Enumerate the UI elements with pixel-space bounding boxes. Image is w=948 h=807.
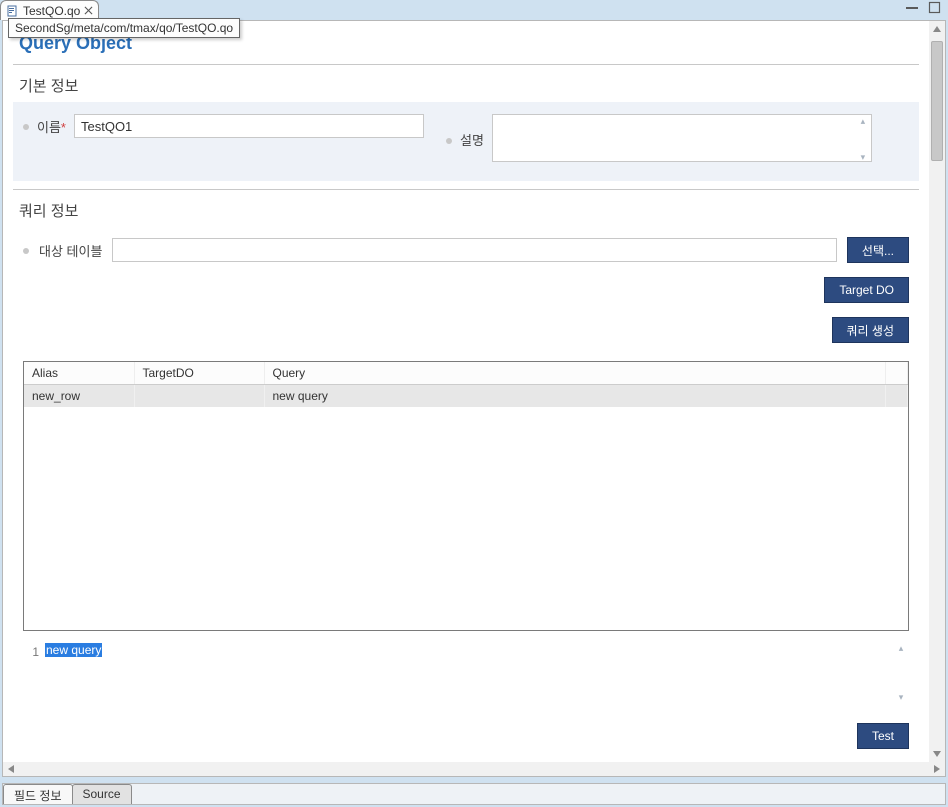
editor-content: Query Object 기본 정보 이름*	[2, 20, 946, 777]
col-spacer	[886, 362, 908, 385]
bottom-tabbar: 필드 정보 Source	[2, 783, 946, 805]
page: Query Object 기본 정보 이름*	[3, 21, 929, 762]
scroll-left-icon[interactable]	[3, 762, 19, 776]
scrollbar-thumb[interactable]	[931, 41, 943, 161]
editor-tabbar: TestQO.qo	[0, 0, 948, 20]
col-target-do[interactable]: TargetDO	[134, 362, 264, 385]
target-table-row: 대상 테이블 선택...	[23, 237, 909, 263]
query-text-editor[interactable]: 1 new query ▴ ▾	[23, 643, 909, 703]
section-query-info: 쿼리 정보 대상 테이블 선택... Target DO 쿼리 생성	[13, 189, 919, 762]
editor-scrollbar[interactable]: ▴ ▾	[893, 643, 909, 703]
scroll-up-icon[interactable]	[929, 21, 945, 37]
test-button[interactable]: Test	[857, 723, 909, 749]
horizontal-scrollbar[interactable]	[3, 762, 945, 776]
close-icon[interactable]	[82, 4, 94, 16]
target-table-label: 대상 테이블	[39, 241, 102, 260]
desc-textarea[interactable]	[492, 114, 872, 162]
cell-alias[interactable]: new_row	[24, 385, 134, 408]
content-scroll: Query Object 기본 정보 이름*	[3, 21, 929, 762]
minimize-icon[interactable]	[906, 2, 920, 14]
tab-field-info[interactable]: 필드 정보	[3, 784, 73, 804]
table-header-row: Alias TargetDO Query	[24, 362, 908, 385]
section-basic-body: 이름* 설명 ▴	[13, 102, 919, 181]
table-row[interactable]: new_row new query	[24, 385, 908, 408]
vertical-scrollbar[interactable]	[929, 21, 945, 762]
bullet-icon	[446, 138, 452, 144]
section-basic-info: 기본 정보 이름* 설명	[13, 64, 919, 181]
target-do-button[interactable]: Target DO	[824, 277, 909, 303]
bullet-icon	[23, 248, 29, 254]
generate-query-button[interactable]: 쿼리 생성	[832, 317, 910, 343]
field-desc: 설명 ▴ ▾	[446, 114, 872, 165]
name-input[interactable]	[74, 114, 424, 138]
bullet-icon	[23, 124, 29, 130]
select-button[interactable]: 선택...	[847, 237, 909, 263]
file-icon	[7, 5, 19, 17]
cell-query[interactable]: new query	[264, 385, 886, 408]
field-name: 이름*	[23, 114, 424, 138]
editor-body[interactable]: new query	[45, 643, 893, 703]
maximize-icon[interactable]	[928, 2, 942, 14]
tab-source[interactable]: Source	[72, 784, 132, 804]
editor-selected-text[interactable]: new query	[45, 643, 102, 657]
chevron-up-icon[interactable]: ▴	[899, 643, 904, 654]
query-table[interactable]: Alias TargetDO Query new_row	[23, 361, 909, 631]
scroll-right-icon[interactable]	[929, 762, 945, 776]
section-query-header: 쿼리 정보	[13, 189, 919, 227]
scroll-down-icon[interactable]	[929, 746, 945, 762]
file-tab-label: TestQO.qo	[23, 4, 80, 18]
chevron-down-icon[interactable]: ▾	[899, 692, 904, 703]
titlebar-controls	[906, 2, 942, 14]
cell-target-do[interactable]	[134, 385, 264, 408]
file-path-tooltip: SecondSg/meta/com/tmax/qo/TestQO.qo	[8, 18, 240, 38]
name-label: 이름*	[37, 117, 66, 136]
section-basic-header: 기본 정보	[13, 64, 919, 102]
section-query-body: 대상 테이블 선택... Target DO 쿼리 생성 Al	[13, 227, 919, 762]
target-table-input[interactable]	[112, 238, 836, 262]
app-shell: TestQO.qo SecondSg/meta/com/tmax/qo/Test…	[0, 0, 948, 807]
col-alias[interactable]: Alias	[24, 362, 134, 385]
file-tab[interactable]: TestQO.qo	[0, 0, 99, 20]
desc-label: 설명	[460, 130, 484, 149]
col-query[interactable]: Query	[264, 362, 886, 385]
editor-gutter: 1	[23, 643, 45, 703]
